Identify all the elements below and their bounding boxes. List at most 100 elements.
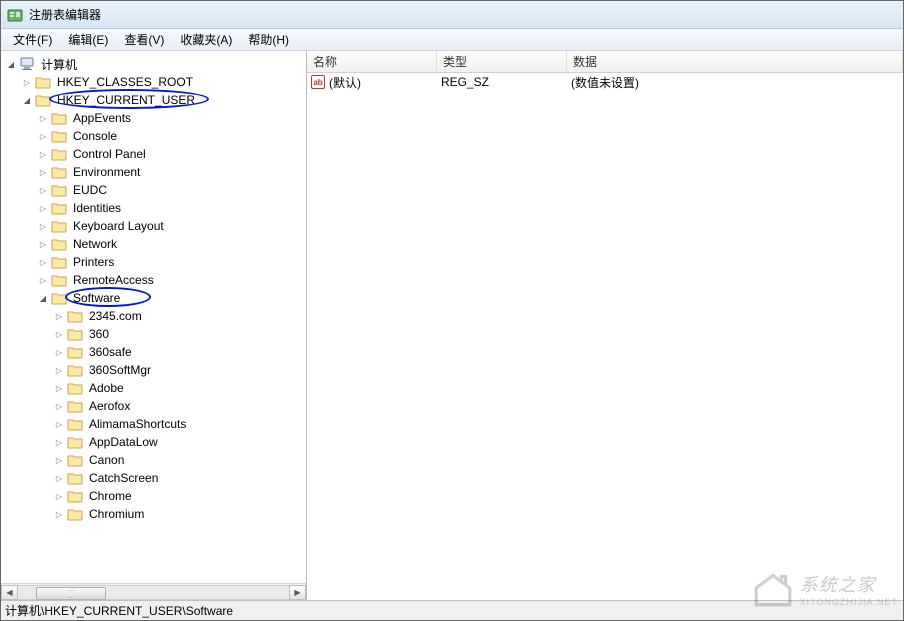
- scroll-thumb[interactable]: [36, 587, 106, 600]
- tree-root-computer[interactable]: 计算机: [5, 55, 306, 73]
- tree-item-canon[interactable]: Canon: [53, 451, 306, 469]
- expander-icon[interactable]: [21, 94, 33, 106]
- column-header-type[interactable]: 类型: [437, 51, 567, 72]
- folder-icon: [67, 417, 83, 431]
- tree-label: Chrome: [87, 489, 134, 503]
- tree-item-360safe[interactable]: 360safe: [53, 343, 306, 361]
- tree-item-catchscreen[interactable]: CatchScreen: [53, 469, 306, 487]
- expander-icon[interactable]: [37, 256, 49, 268]
- expander-icon[interactable]: [53, 382, 65, 394]
- tree-item-eudc[interactable]: EUDC: [37, 181, 306, 199]
- tree-item-printers[interactable]: Printers: [37, 253, 306, 271]
- tree-item-2345-com[interactable]: 2345.com: [53, 307, 306, 325]
- computer-icon: [19, 56, 35, 72]
- folder-icon: [67, 345, 83, 359]
- scroll-right-arrow[interactable]: ▶: [289, 585, 306, 600]
- expander-icon[interactable]: [53, 364, 65, 376]
- column-header-name[interactable]: 名称: [307, 51, 437, 72]
- expander-icon[interactable]: [53, 346, 65, 358]
- expander-icon[interactable]: [37, 166, 49, 178]
- expander-icon[interactable]: [53, 328, 65, 340]
- tree-item-keyboard-layout[interactable]: Keyboard Layout: [37, 217, 306, 235]
- tree-label: Identities: [71, 201, 123, 215]
- tree-item-adobe[interactable]: Adobe: [53, 379, 306, 397]
- expander-icon[interactable]: [53, 418, 65, 430]
- expander-icon[interactable]: [53, 400, 65, 412]
- value-type: REG_SZ: [441, 75, 571, 89]
- expander-icon[interactable]: [37, 148, 49, 160]
- folder-icon: [51, 237, 67, 251]
- list-body[interactable]: ab (默认) REG_SZ (数值未设置): [307, 73, 903, 600]
- tree-item-hkcr[interactable]: HKEY_CLASSES_ROOT: [21, 73, 306, 91]
- folder-icon: [51, 255, 67, 269]
- tree-label: AppDataLow: [87, 435, 160, 449]
- menu-help[interactable]: 帮助(H): [240, 29, 297, 50]
- scroll-left-arrow[interactable]: ◀: [1, 585, 18, 600]
- folder-icon: [67, 435, 83, 449]
- tree-h-scrollbar[interactable]: ◀ ▶: [1, 583, 306, 600]
- list-row[interactable]: ab (默认) REG_SZ (数值未设置): [307, 73, 903, 91]
- tree-label: 360: [87, 327, 111, 341]
- tree-label: Software: [71, 291, 122, 305]
- tree-item-console[interactable]: Console: [37, 127, 306, 145]
- tree-pane: 计算机 HKEY_CLASSES_ROOT: [1, 51, 307, 600]
- statusbar: 计算机\HKEY_CURRENT_USER\Software: [1, 600, 903, 620]
- folder-icon: [67, 309, 83, 323]
- tree-item-appevents[interactable]: AppEvents: [37, 109, 306, 127]
- expander-icon[interactable]: [53, 508, 65, 520]
- tree-label: Console: [71, 129, 119, 143]
- tree-item-identities[interactable]: Identities: [37, 199, 306, 217]
- tree-label: Environment: [71, 165, 142, 179]
- tree-item-alimamashortcuts[interactable]: AlimamaShortcuts: [53, 415, 306, 433]
- client-area: 计算机 HKEY_CLASSES_ROOT: [1, 51, 903, 600]
- menu-favorites[interactable]: 收藏夹(A): [172, 29, 240, 50]
- expander-icon[interactable]: [37, 220, 49, 232]
- tree-item-360[interactable]: 360: [53, 325, 306, 343]
- expander-icon[interactable]: [53, 310, 65, 322]
- expander-icon[interactable]: [53, 454, 65, 466]
- tree-label: EUDC: [71, 183, 109, 197]
- tree-label: HKEY_CURRENT_USER: [55, 93, 197, 107]
- expander-icon[interactable]: [37, 112, 49, 124]
- expander-icon[interactable]: [37, 130, 49, 142]
- expander-icon[interactable]: [53, 436, 65, 448]
- tree-label: AlimamaShortcuts: [87, 417, 188, 431]
- tree-label: Aerofox: [87, 399, 132, 413]
- tree-item-remoteaccess[interactable]: RemoteAccess: [37, 271, 306, 289]
- expander-icon[interactable]: [53, 472, 65, 484]
- tree-item-control-panel[interactable]: Control Panel: [37, 145, 306, 163]
- tree-item-chrome[interactable]: Chrome: [53, 487, 306, 505]
- expander-icon[interactable]: [5, 58, 17, 70]
- expander-icon[interactable]: [37, 274, 49, 286]
- tree-item-software[interactable]: Software: [37, 289, 306, 307]
- tree-item-appdatalow[interactable]: AppDataLow: [53, 433, 306, 451]
- tree-item-aerofox[interactable]: Aerofox: [53, 397, 306, 415]
- tree-item-chromium[interactable]: Chromium: [53, 505, 306, 523]
- tree-item-network[interactable]: Network: [37, 235, 306, 253]
- column-header-data[interactable]: 数据: [567, 51, 903, 72]
- scroll-track[interactable]: [18, 585, 289, 600]
- tree-label: 2345.com: [87, 309, 144, 323]
- tree-label: AppEvents: [71, 111, 133, 125]
- folder-icon: [51, 147, 67, 161]
- expander-icon[interactable]: [21, 76, 33, 88]
- tree-label: RemoteAccess: [71, 273, 156, 287]
- menu-file[interactable]: 文件(F): [5, 29, 60, 50]
- menu-edit[interactable]: 编辑(E): [60, 29, 116, 50]
- tree-item-environment[interactable]: Environment: [37, 163, 306, 181]
- expander-icon[interactable]: [37, 202, 49, 214]
- folder-icon: [51, 129, 67, 143]
- expander-icon[interactable]: [37, 184, 49, 196]
- expander-icon[interactable]: [37, 238, 49, 250]
- tree-item-360softmgr[interactable]: 360SoftMgr: [53, 361, 306, 379]
- expander-icon[interactable]: [37, 292, 49, 304]
- tree-view[interactable]: 计算机 HKEY_CLASSES_ROOT: [1, 51, 306, 583]
- tree-label: Chromium: [87, 507, 146, 521]
- folder-icon: [51, 201, 67, 215]
- menu-view[interactable]: 查看(V): [116, 29, 172, 50]
- folder-icon: [51, 291, 67, 305]
- folder-icon: [51, 219, 67, 233]
- expander-icon[interactable]: [53, 490, 65, 502]
- tree-label: Network: [71, 237, 119, 251]
- tree-item-hkcu[interactable]: HKEY_CURRENT_USER: [21, 91, 306, 109]
